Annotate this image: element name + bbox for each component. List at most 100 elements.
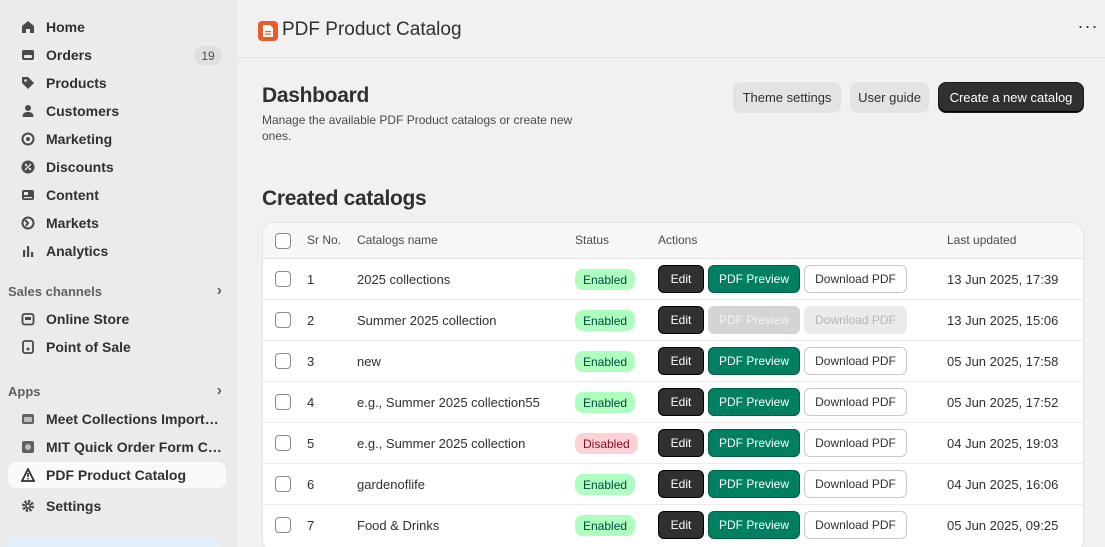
download-pdf-button[interactable]: Download PDF <box>804 429 907 457</box>
row-checkbox[interactable] <box>275 476 291 492</box>
gear-icon <box>8 499 46 513</box>
column-catalog-name: Catalogs name <box>357 233 438 247</box>
pdf-preview-button[interactable]: PDF Preview <box>708 265 800 293</box>
row-checkbox[interactable] <box>275 435 291 451</box>
sidebar: Home Orders 19 Products Customers Market… <box>0 0 238 547</box>
pdf-preview-button[interactable]: PDF Preview <box>708 347 800 375</box>
sidebar-item-home[interactable]: Home <box>8 14 226 40</box>
edit-button[interactable]: Edit <box>658 306 704 334</box>
row-checkbox[interactable] <box>275 394 291 410</box>
row-last-updated: 13 Jun 2025, 15:06 <box>947 313 1059 328</box>
sidebar-item-discounts[interactable]: Discounts <box>8 154 226 180</box>
row-catalog-name: Food & Drinks <box>357 518 440 533</box>
sidebar-item-label: Settings <box>46 498 102 514</box>
pdf-preview-button[interactable]: PDF Preview <box>708 470 800 498</box>
row-checkbox[interactable] <box>275 353 291 369</box>
content-icon <box>8 188 46 202</box>
select-all-checkbox[interactable] <box>275 233 291 249</box>
download-pdf-button[interactable]: Download PDF <box>804 511 907 539</box>
pdf-preview-button[interactable]: PDF Preview <box>708 388 800 416</box>
sidebar-item-content[interactable]: Content <box>8 182 226 208</box>
column-status: Status <box>575 233 610 247</box>
sidebar-item-settings[interactable]: Settings <box>8 493 226 519</box>
user-guide-button[interactable]: User guide <box>850 82 929 113</box>
sidebar-item-label: Meet Collections Import E... <box>46 411 222 427</box>
sidebar-item-marketing[interactable]: Marketing <box>8 126 226 152</box>
row-sr-no: 1 <box>307 272 315 287</box>
sidebar-item-label: Point of Sale <box>46 339 131 355</box>
orders-icon <box>8 48 46 62</box>
pos-icon <box>8 340 46 354</box>
row-sr-no: 6 <box>307 477 315 492</box>
row-last-updated: 05 Jun 2025, 09:25 <box>947 518 1059 533</box>
chevron-right-icon: › <box>216 282 222 299</box>
row-last-updated: 05 Jun 2025, 17:58 <box>947 354 1059 369</box>
app-icon <box>8 412 46 426</box>
sidebar-item-label: Markets <box>46 215 99 231</box>
row-catalog-name: new <box>357 354 381 369</box>
sidebar-footer-banner <box>8 538 220 547</box>
status-badge: Enabled <box>575 351 636 372</box>
sales-channels-title: Sales channels <box>8 283 102 299</box>
download-pdf-button-disabled: Download PDF <box>804 306 907 334</box>
download-pdf-button[interactable]: Download PDF <box>804 470 907 498</box>
create-catalog-button[interactable]: Create a new catalog <box>938 82 1084 113</box>
sidebar-item-point-of-sale[interactable]: Point of Sale <box>8 334 226 360</box>
download-pdf-button[interactable]: Download PDF <box>804 265 907 293</box>
catalogs-table: Sr No. Catalogs name Status Actions Last… <box>262 222 1084 547</box>
sidebar-item-markets[interactable]: Markets <box>8 210 226 236</box>
row-checkbox[interactable] <box>275 271 291 287</box>
triangle-app-icon <box>8 468 46 482</box>
row-catalog-name: gardenoflife <box>357 477 425 492</box>
status-badge: Enabled <box>575 310 636 331</box>
theme-settings-button[interactable]: Theme settings <box>733 82 841 113</box>
globe-icon <box>8 216 46 230</box>
table-row: 1 2025 collections Enabled Edit PDF Prev… <box>263 259 1083 300</box>
row-catalog-name: e.g., Summer 2025 collection <box>357 436 526 451</box>
store-icon <box>8 312 46 326</box>
home-icon <box>8 20 46 34</box>
row-catalog-name: e.g., Summer 2025 collection55 <box>357 395 540 410</box>
app-topbar: PDF Product Catalog ··· <box>238 0 1105 58</box>
sidebar-item-meet-collections[interactable]: Meet Collections Import E... <box>8 406 226 432</box>
sidebar-item-online-store[interactable]: Online Store <box>8 306 226 332</box>
edit-button[interactable]: Edit <box>658 347 704 375</box>
table-row: 4 e.g., Summer 2025 collection55 Enabled… <box>263 382 1083 423</box>
edit-button[interactable]: Edit <box>658 429 704 457</box>
sales-channels-header[interactable]: Sales channels › <box>8 281 222 301</box>
edit-button[interactable]: Edit <box>658 470 704 498</box>
sidebar-item-products[interactable]: Products <box>8 70 226 96</box>
edit-button[interactable]: Edit <box>658 511 704 539</box>
status-badge: Enabled <box>575 474 636 495</box>
sidebar-item-label: Orders <box>46 47 92 63</box>
edit-button[interactable]: Edit <box>658 265 704 293</box>
row-sr-no: 4 <box>307 395 315 410</box>
target-icon <box>8 132 46 146</box>
table-row: 5 e.g., Summer 2025 collection Disabled … <box>263 423 1083 464</box>
sidebar-item-label: Marketing <box>46 131 113 147</box>
sidebar-item-customers[interactable]: Customers <box>8 98 226 124</box>
discount-icon <box>8 160 46 174</box>
row-checkbox[interactable] <box>275 312 291 328</box>
pdf-preview-button-disabled: PDF Preview <box>708 306 800 334</box>
edit-button[interactable]: Edit <box>658 388 704 416</box>
table-header: Sr No. Catalogs name Status Actions Last… <box>263 223 1083 259</box>
apps-header[interactable]: Apps › <box>8 381 222 401</box>
sidebar-item-label: Content <box>46 187 99 203</box>
app-title: PDF Product Catalog <box>282 19 462 40</box>
row-last-updated: 04 Jun 2025, 16:06 <box>947 477 1059 492</box>
row-checkbox[interactable] <box>275 517 291 533</box>
row-sr-no: 7 <box>307 518 315 533</box>
more-actions-icon[interactable]: ··· <box>1077 17 1099 40</box>
sidebar-item-label: MIT Quick Order Form COD <box>46 439 222 455</box>
sidebar-item-mit-quick-order[interactable]: MIT Quick Order Form COD <box>8 434 226 460</box>
sidebar-item-pdf-product-catalog[interactable]: PDF Product Catalog <box>8 462 226 488</box>
row-last-updated: 04 Jun 2025, 19:03 <box>947 436 1059 451</box>
sidebar-item-analytics[interactable]: Analytics <box>8 238 226 264</box>
download-pdf-button[interactable]: Download PDF <box>804 388 907 416</box>
pdf-preview-button[interactable]: PDF Preview <box>708 429 800 457</box>
pdf-preview-button[interactable]: PDF Preview <box>708 511 800 539</box>
download-pdf-button[interactable]: Download PDF <box>804 347 907 375</box>
status-badge: Enabled <box>575 269 636 290</box>
sidebar-item-orders[interactable]: Orders 19 <box>8 42 226 68</box>
